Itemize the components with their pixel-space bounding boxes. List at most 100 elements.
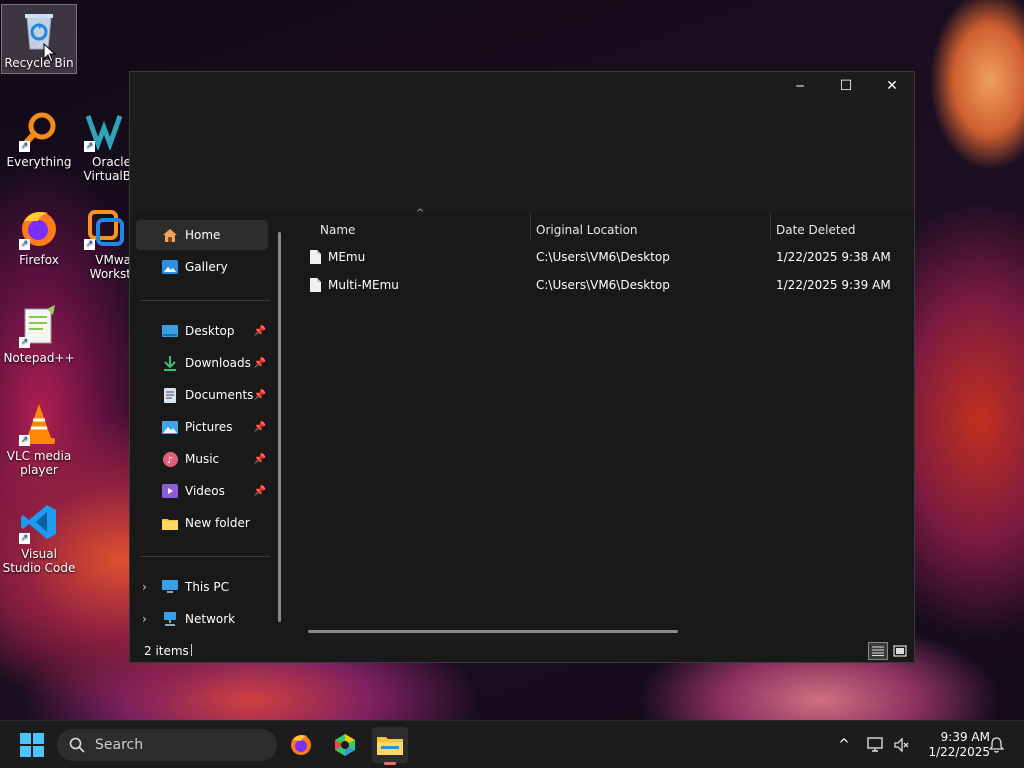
network-monitor-icon (867, 737, 883, 752)
close-button[interactable]: ✕ (869, 72, 915, 100)
nav-item-music[interactable]: ♪ Music 📌 (136, 444, 268, 474)
nav-item-label: This PC (185, 580, 229, 594)
svg-text:♪: ♪ (167, 456, 173, 466)
everything-search-icon: ↗ (17, 108, 61, 152)
music-icon: ♪ (161, 451, 179, 467)
chevron-right-icon[interactable]: › (142, 612, 147, 626)
file-date-deleted: 1/22/2025 9:38 AM (776, 250, 891, 264)
virtualbox-icon: ↗ (82, 108, 126, 152)
desktop-icon-vlc[interactable]: ↗ VLC media player (1, 398, 77, 477)
pin-icon[interactable]: 📌 (254, 454, 266, 465)
taskbar-file-explorer[interactable] (372, 727, 408, 765)
bell-icon (988, 737, 1004, 753)
maximize-icon: ☐ (839, 78, 853, 94)
table-row[interactable]: Multi-MEmu C:\Users\VM6\Desktop 1/22/202… (304, 272, 904, 298)
download-icon (161, 355, 179, 371)
taskbar-firefox[interactable] (285, 729, 317, 761)
status-bar: 2 items (130, 636, 914, 664)
nav-item-new-folder[interactable]: New folder (136, 508, 268, 538)
chevron-right-icon[interactable]: › (142, 580, 147, 594)
nav-item-label: Pictures (185, 420, 233, 434)
network-icon (161, 611, 179, 627)
nav-item-documents[interactable]: Documents 📌 (136, 380, 268, 410)
desktop-icon-label: Oracle VirtualB (83, 155, 131, 183)
column-separator[interactable] (770, 214, 771, 240)
notifications-button[interactable] (984, 721, 1008, 768)
tray-overflow-button[interactable]: ^ (832, 721, 856, 768)
firefox-icon (291, 735, 311, 755)
document-icon (161, 387, 179, 403)
pin-icon[interactable]: 📌 (254, 358, 266, 369)
tray-network-button[interactable] (862, 721, 890, 768)
nav-item-network[interactable]: › Network (136, 604, 268, 634)
maximize-button[interactable]: ☐ (823, 72, 869, 100)
active-app-indicator (384, 762, 396, 765)
desktop-icon-recycle-bin[interactable]: Recycle Bin (1, 4, 77, 74)
desktop-icon-vscode[interactable]: ↗ Visual Studio Code (1, 496, 77, 575)
desktop-icon-everything[interactable]: ↗ Everything (1, 104, 77, 169)
notepadpp-icon: ↗ (17, 304, 61, 348)
nav-item-label: Desktop (185, 324, 235, 338)
desktop-icon-label: VLC media player (6, 449, 72, 477)
column-header-date-deleted[interactable]: Date Deleted (776, 218, 912, 242)
folder-icon (161, 515, 179, 531)
desktop-icon-notepadpp[interactable]: ↗ Notepad++ (1, 300, 77, 365)
taskbar-search[interactable]: Search (57, 729, 277, 761)
pin-icon[interactable]: 📌 (254, 422, 266, 433)
vmware-icon: ↗ (82, 206, 126, 250)
nav-item-label: Home (185, 228, 221, 242)
navigation-scrollbar[interactable] (278, 232, 281, 622)
nav-item-home[interactable]: Home (136, 220, 268, 250)
desktop-icon-label: VMwa Workst (89, 253, 131, 281)
desktop-icon-label: Everything (6, 155, 72, 169)
file-icon (310, 250, 321, 264)
nav-divider (140, 300, 270, 301)
nav-item-label: Documents (185, 388, 254, 402)
large-icons-view-icon (893, 645, 907, 657)
details-view-button[interactable] (868, 642, 888, 660)
clock[interactable]: 9:39 AM 1/22/2025 (916, 721, 990, 768)
title-bar: ─ ☐ ✕ (130, 72, 914, 214)
desktop-icon-label: Notepad++ (3, 351, 75, 365)
shortcut-arrow-icon: ↗ (19, 533, 30, 544)
desktop-icon-virtualbox[interactable]: ↗ Oracle VirtualB (77, 104, 131, 183)
column-header-name[interactable]: Name (304, 218, 528, 242)
nav-item-desktop[interactable]: Desktop 📌 (136, 316, 268, 346)
desktop-icon-firefox[interactable]: ↗ Firefox (1, 202, 77, 267)
colorful-hexagon-icon (335, 734, 355, 756)
table-row[interactable]: MEmu C:\Users\VM6\Desktop 1/22/2025 9:38… (304, 244, 904, 270)
shortcut-arrow-icon: ↗ (19, 239, 30, 250)
desktop-icon-label: Recycle Bin (4, 56, 74, 70)
pictures-icon (161, 419, 179, 435)
nav-item-downloads[interactable]: Downloads 📌 (136, 348, 268, 378)
start-button[interactable] (16, 729, 48, 761)
minimize-button[interactable]: ─ (777, 72, 823, 100)
pin-icon[interactable]: 📌 (254, 390, 266, 401)
large-icons-view-button[interactable] (890, 642, 910, 660)
column-header-original-location[interactable]: Original Location (536, 218, 768, 242)
gallery-icon (161, 259, 179, 275)
nav-item-label: Videos (185, 484, 225, 498)
column-separator[interactable] (530, 214, 531, 240)
horizontal-scrollbar[interactable] (308, 630, 678, 633)
desktop-icon-vmware[interactable]: ↗ VMwa Workst (77, 202, 131, 281)
nav-item-label: Gallery (185, 260, 228, 274)
computer-icon (161, 579, 179, 595)
nav-item-videos[interactable]: Videos 📌 (136, 476, 268, 506)
taskbar: Search ^ 9:39 AM 1/22/2025 (0, 720, 1024, 768)
item-count: 2 items (144, 644, 189, 658)
nav-item-pictures[interactable]: Pictures 📌 (136, 412, 268, 442)
mouse-cursor-icon (43, 43, 57, 63)
file-explorer-icon (377, 737, 403, 755)
videos-icon (161, 483, 179, 499)
file-name: MEmu (328, 250, 366, 264)
taskbar-app-hexagon[interactable] (329, 729, 361, 761)
file-name: Multi-MEmu (328, 278, 399, 292)
shortcut-arrow-icon: ↗ (84, 239, 95, 250)
nav-item-gallery[interactable]: Gallery (136, 252, 268, 282)
pin-icon[interactable]: 📌 (254, 326, 266, 337)
windows-logo-icon (20, 733, 44, 757)
nav-item-this-pc[interactable]: › This PC (136, 572, 268, 602)
tray-volume-button[interactable] (890, 721, 914, 768)
pin-icon[interactable]: 📌 (254, 486, 266, 497)
